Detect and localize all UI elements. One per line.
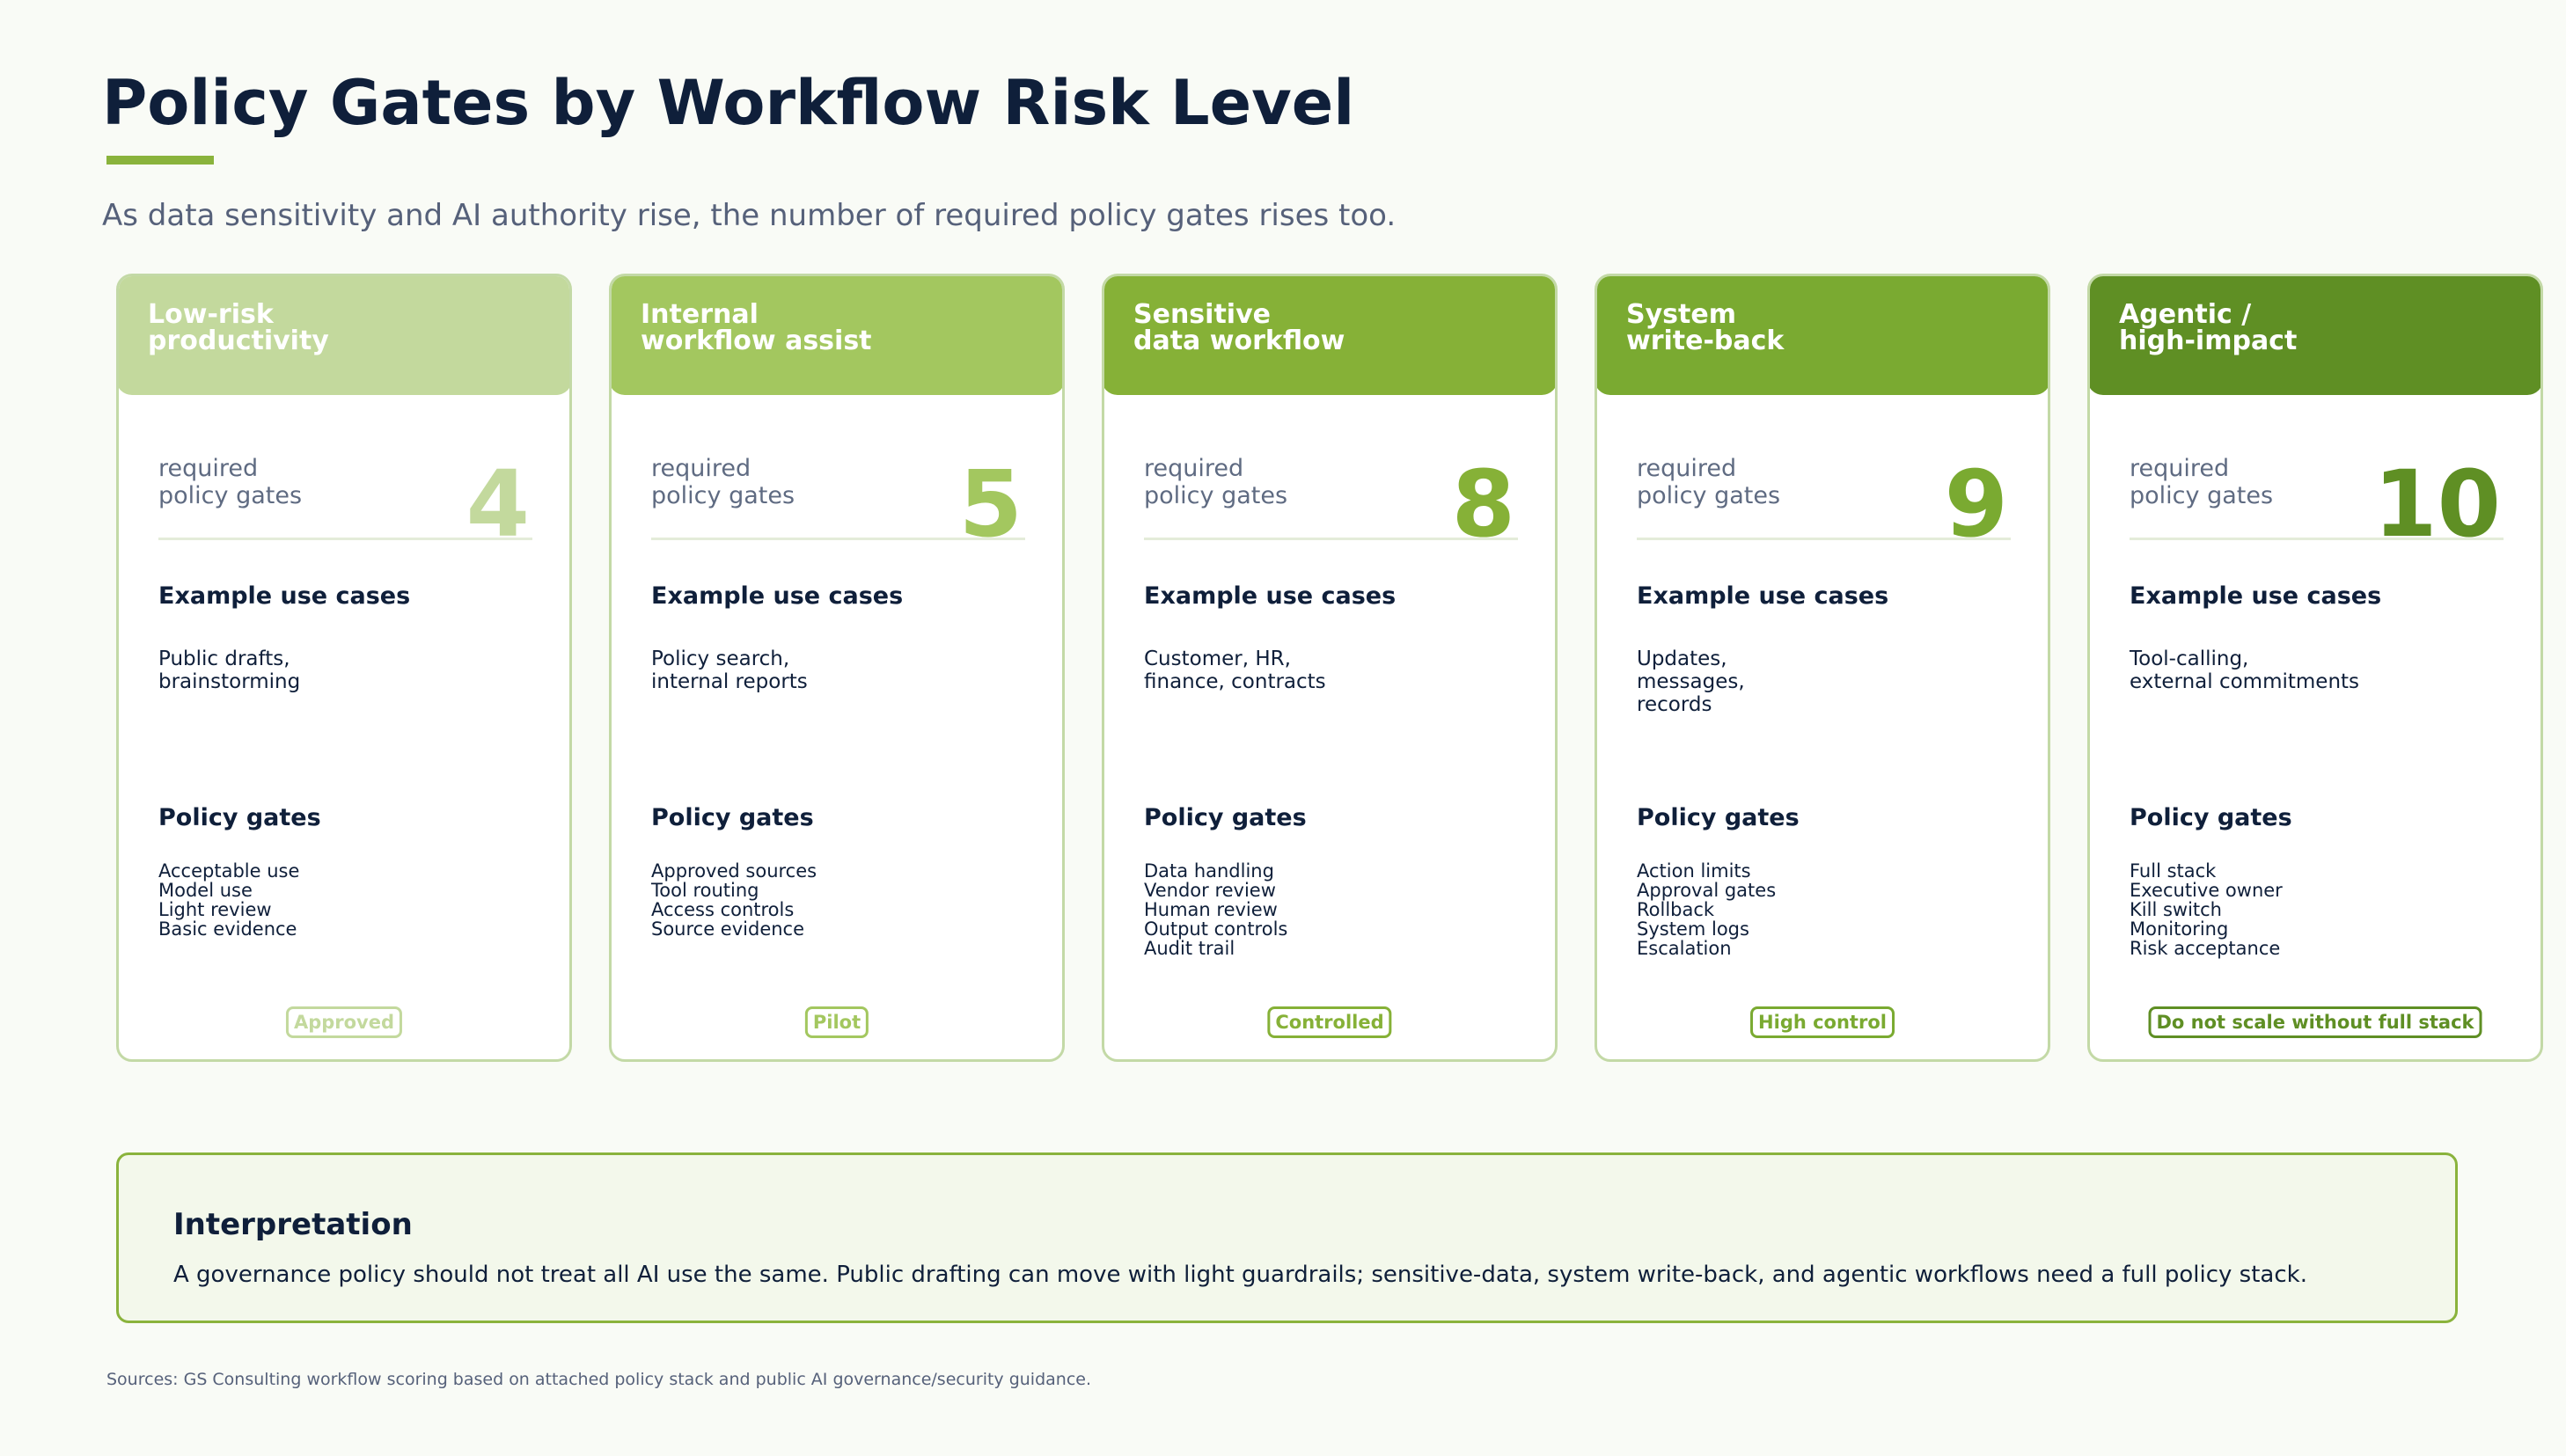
risk-card: Internal workflow assist required policy …	[609, 274, 1065, 1062]
policy-gates-heading: Policy gates	[651, 804, 814, 831]
policy-gate-item: Approval gates	[1637, 880, 1777, 901]
policy-gate-item: Rollback	[1637, 899, 1715, 920]
risk-level-name: Sensitive data workflow	[1133, 299, 1345, 356]
policy-gates-list: Data handling Vendor review Human review Ou…	[1144, 861, 1287, 958]
policy-gate-item: Approved sources	[651, 860, 817, 882]
policy-gate-item: Model use	[158, 880, 253, 901]
required-gates-count: 8	[1451, 450, 1515, 558]
risk-card: Low-risk productivity required policy gat…	[116, 274, 572, 1062]
policy-gate-item: Human review	[1144, 899, 1278, 920]
risk-card-header: Sensitive data workflow	[1104, 276, 1555, 395]
card-divider	[1144, 538, 1518, 540]
policy-gates-list: Full stack Executive owner Kill switch Moni…	[2130, 861, 2283, 958]
policy-gates-heading: Policy gates	[1144, 804, 1307, 831]
policy-gates-heading: Policy gates	[2130, 804, 2292, 831]
policy-gates-list: Approved sources Tool routing Access contr…	[651, 861, 817, 939]
interpretation-title: Interpretation	[173, 1207, 413, 1242]
status-badge: Controlled	[1267, 1006, 1392, 1038]
policy-gate-item: Risk acceptance	[2130, 938, 2281, 959]
policy-gate-item: System logs	[1637, 918, 1749, 940]
sources-note: Sources: GS Consulting workflow scoring …	[106, 1370, 1092, 1389]
interpretation-body: A governance policy should not treat all…	[173, 1262, 2307, 1288]
required-gates-count: 4	[466, 450, 530, 558]
policy-gate-item: Light review	[158, 899, 272, 920]
policy-gates-list: Action limits Approval gates Rollback Syste…	[1637, 861, 1776, 958]
policy-gate-item: Tool routing	[651, 880, 759, 901]
page-subtitle: As data sensitivity and AI authority ris…	[102, 198, 1397, 233]
risk-card-header: Low-risk productivity	[119, 276, 569, 395]
required-gates-label: required policy gates	[651, 455, 795, 509]
policy-gate-item: Action limits	[1637, 860, 1751, 882]
policy-gate-item: Acceptable use	[158, 860, 300, 882]
page-title: Policy Gates by Workflow Risk Level	[102, 67, 1355, 139]
policy-gate-item: Executive owner	[2130, 880, 2283, 901]
risk-level-name: Low-risk productivity	[148, 299, 329, 356]
required-gates-count: 9	[1944, 450, 2008, 558]
card-divider	[651, 538, 1025, 540]
policy-gate-item: Access controls	[651, 899, 795, 920]
status-badge: Do not scale without full stack	[2148, 1006, 2482, 1038]
policy-gate-item: Vendor review	[1144, 880, 1276, 901]
required-gates-count: 10	[2373, 450, 2501, 558]
status-badge: High control	[1750, 1006, 1895, 1038]
title-underline	[106, 156, 214, 165]
risk-card-header: Agentic / high-impact	[2090, 276, 2540, 395]
status-badge: Pilot	[804, 1006, 869, 1038]
risk-card-header: System write-back	[1597, 276, 2048, 395]
required-gates-count: 5	[958, 450, 1023, 558]
use-cases-heading: Example use cases	[1144, 582, 1397, 610]
risk-level-name: System write-back	[1626, 299, 1785, 356]
required-gates-label: required policy gates	[2130, 455, 2274, 509]
use-cases-text: Customer, HR, finance, contracts	[1144, 648, 1326, 693]
policy-gate-item: Full stack	[2130, 860, 2217, 882]
use-cases-text: Tool-calling, external commitments	[2130, 648, 2360, 693]
card-divider	[2130, 538, 2504, 540]
required-gates-label: required policy gates	[158, 455, 303, 509]
risk-card: Sensitive data workflow required policy g…	[1102, 274, 1558, 1062]
policy-gate-item: Monitoring	[2130, 918, 2229, 940]
card-divider	[158, 538, 532, 540]
risk-card: Agentic / high-impact required policy gat…	[2087, 274, 2543, 1062]
policy-gate-item: Basic evidence	[158, 918, 297, 940]
status-badge: Approved	[285, 1006, 403, 1038]
use-cases-heading: Example use cases	[651, 582, 904, 610]
policy-gate-item: Output controls	[1144, 918, 1288, 940]
risk-card-header: Internal workflow assist	[612, 276, 1062, 395]
risk-level-name: Agentic / high-impact	[2119, 299, 2298, 356]
policy-gate-item: Source evidence	[651, 918, 805, 940]
use-cases-text: Policy search, internal reports	[651, 648, 808, 693]
use-cases-heading: Example use cases	[158, 582, 411, 610]
use-cases-heading: Example use cases	[1637, 582, 1889, 610]
risk-card: System write-back required policy gates 9 E…	[1595, 274, 2050, 1062]
use-cases-heading: Example use cases	[2130, 582, 2382, 610]
policy-gates-heading: Policy gates	[1637, 804, 1800, 831]
required-gates-label: required policy gates	[1144, 455, 1288, 509]
use-cases-text: Public drafts, brainstorming	[158, 648, 301, 693]
policy-gates-list: Acceptable use Model use Light review Basic…	[158, 861, 299, 939]
policy-gate-item: Escalation	[1637, 938, 1732, 959]
policy-gate-item: Data handling	[1144, 860, 1274, 882]
use-cases-text: Updates, messages, records	[1637, 648, 1745, 716]
policy-gate-item: Audit trail	[1144, 938, 1235, 959]
card-divider	[1637, 538, 2011, 540]
risk-level-name: Internal workflow assist	[641, 299, 872, 356]
required-gates-label: required policy gates	[1637, 455, 1781, 509]
policy-gate-item: Kill switch	[2130, 899, 2222, 920]
policy-gates-heading: Policy gates	[158, 804, 321, 831]
interpretation-box: Interpretation A governance policy shoul…	[116, 1152, 2458, 1323]
